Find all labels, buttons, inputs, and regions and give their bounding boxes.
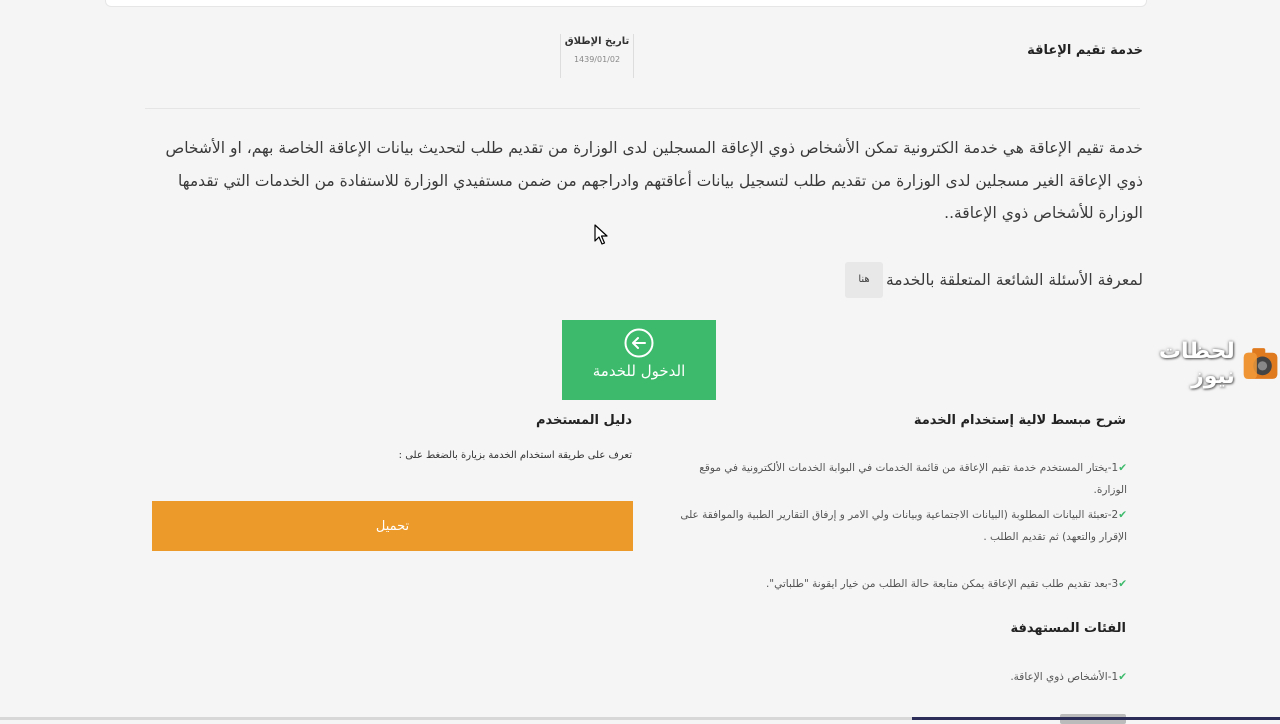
check-icon: ✔ bbox=[1118, 462, 1127, 474]
arrow-left-circle-icon bbox=[624, 328, 654, 358]
target-groups-title: الفئات المستهدفة bbox=[1010, 621, 1126, 636]
howto-step: ✔3-بعد تقديم طلب تقيم الإعاقة يمكن متابع… bbox=[665, 573, 1127, 595]
faq-here-link[interactable]: هنا bbox=[844, 262, 883, 298]
howto-step: ✔1-يختار المستخدم خدمة تقيم الإعاقة من ق… bbox=[665, 457, 1127, 501]
enter-service-label: الدخول للخدمة bbox=[592, 362, 686, 380]
launch-date-block: تاريخ الإطلاق 1439/01/02 bbox=[560, 34, 634, 78]
user-guide-text: تعرف على طريقة استخدام الخدمة بزيارة بال… bbox=[398, 450, 632, 461]
target-group-item: ✔1-الأشخاص ذوي الإعاقة. bbox=[665, 666, 1127, 688]
mouse-cursor-icon bbox=[594, 224, 608, 245]
faq-text: لمعرفة الأسئلة الشائعة المتعلقة بالخدمة bbox=[885, 271, 1143, 289]
howto-step-text: 1-يختار المستخدم خدمة تقيم الإعاقة من قا… bbox=[699, 462, 1127, 496]
launch-date-label: تاريخ الإطلاق bbox=[564, 36, 630, 47]
watermark-text: لحظات نيوز bbox=[1158, 339, 1235, 389]
faq-row: لمعرفة الأسئلة الشائعة المتعلقة بالخدمة … bbox=[844, 262, 1143, 298]
check-icon: ✔ bbox=[1118, 509, 1127, 521]
howto-step-text: 3-بعد تقديم طلب تقيم الإعاقة يمكن متابعة… bbox=[765, 578, 1119, 590]
top-search-bar bbox=[105, 0, 1147, 7]
launch-date-value: 1439/01/02 bbox=[573, 55, 621, 64]
howto-step: ✔2-تعبئة البيانات المطلوبة (البيانات الا… bbox=[665, 504, 1127, 548]
enter-service-button[interactable]: الدخول للخدمة bbox=[562, 320, 716, 400]
download-button[interactable]: تحميل bbox=[152, 501, 633, 551]
user-guide-title: دليل المستخدم bbox=[536, 413, 632, 428]
service-description: خدمة تقيم الإعاقة هي خدمة الكترونية تمكن… bbox=[165, 139, 1143, 222]
howto-step-text: 2-تعبئة البيانات المطلوبة (البيانات الاج… bbox=[680, 509, 1127, 543]
howto-title: شرح مبسط لالية إستخدام الخدمة bbox=[913, 413, 1126, 428]
service-title: خدمة تقيم الإعاقة bbox=[1027, 43, 1143, 58]
target-group-text: 1-الأشخاص ذوي الإعاقة. bbox=[1010, 671, 1119, 683]
header-divider bbox=[145, 108, 1140, 109]
watermark-logo: لحظات نيوز bbox=[1116, 339, 1280, 389]
check-icon: ✔ bbox=[1118, 671, 1127, 683]
check-icon: ✔ bbox=[1118, 578, 1127, 590]
camera-logo-icon bbox=[1243, 348, 1278, 379]
